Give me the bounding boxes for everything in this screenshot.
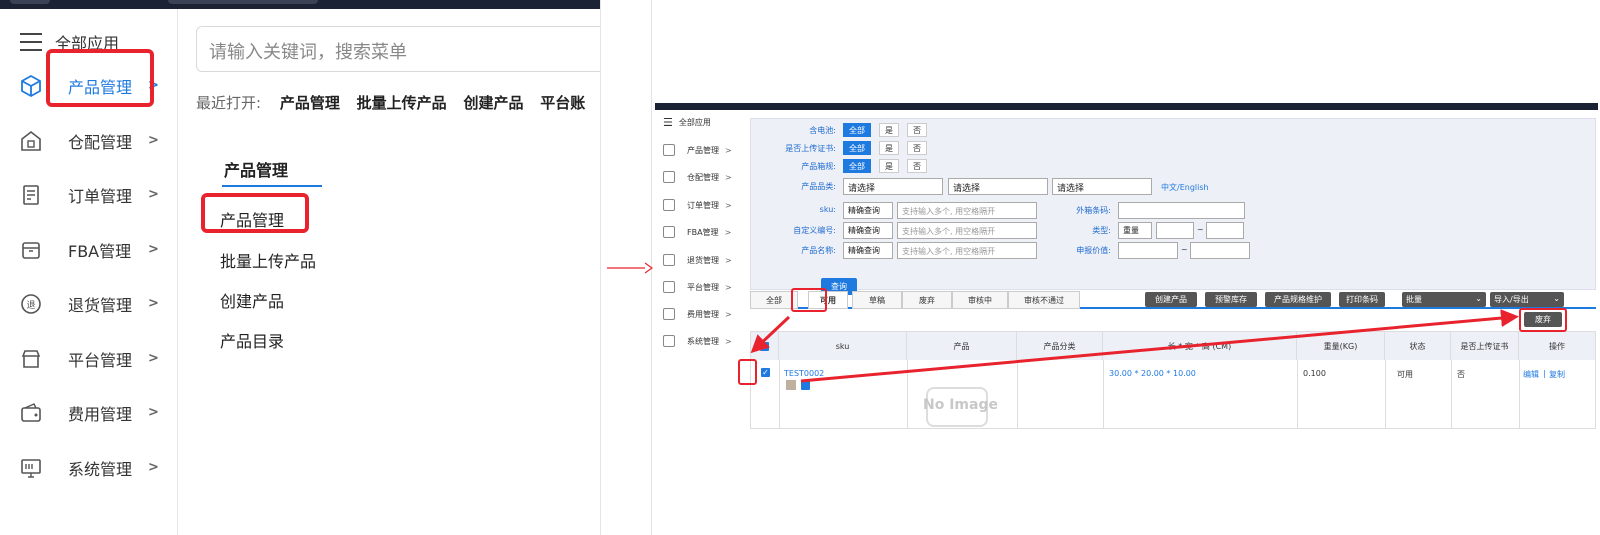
recent-opened: 最近打开: 产品管理 批量上传产品 创建产品 平台账 xyxy=(196,92,597,113)
top-bar-tab[interactable] xyxy=(10,0,50,4)
chevron-right-icon: > xyxy=(148,405,159,420)
recent-item[interactable]: 产品管理 xyxy=(280,94,340,112)
sidebar-item-label: 系统管理 xyxy=(68,460,133,479)
arrow-right-icon xyxy=(607,262,653,274)
chevron-right-icon: > xyxy=(148,133,159,148)
sidebar-item-label: 费用管理 xyxy=(68,405,133,424)
sidebar-item-label: 平台管理 xyxy=(68,351,133,370)
store-icon xyxy=(18,346,44,372)
sidebar-item-label: 订单管理 xyxy=(68,187,133,206)
left-screenshot: 全部应用 产品管理 > 仓配管理 > 订单管理 > FBA管理 > 退 退货管理 xyxy=(0,0,600,535)
sidebar-item-platform[interactable]: 平台管理 > xyxy=(18,339,178,379)
sidebar-item-system[interactable]: 系统管理 > xyxy=(18,448,178,488)
monitor-icon xyxy=(18,455,44,481)
submenu-item-create[interactable]: 创建产品 xyxy=(220,288,284,312)
submenu-item-catalog[interactable]: 产品目录 xyxy=(220,328,284,352)
sidebar-item-label: FBA管理 xyxy=(68,242,132,261)
highlight-box xyxy=(201,193,309,233)
chevron-right-icon: > xyxy=(148,351,159,366)
sidebar-item-fba[interactable]: FBA管理 > xyxy=(18,230,178,270)
hamburger-icon[interactable] xyxy=(20,32,42,52)
chevron-right-icon: > xyxy=(148,460,159,475)
highlight-box xyxy=(46,49,154,107)
recent-item[interactable]: 批量上传产品 xyxy=(357,94,447,112)
chevron-right-icon: > xyxy=(148,187,159,202)
submenu-title: 产品管理 xyxy=(224,161,289,180)
cube-icon xyxy=(18,73,44,99)
recent-label: 最近打开: xyxy=(196,94,262,112)
chevron-right-icon: > xyxy=(148,242,159,257)
top-bar xyxy=(0,0,600,9)
sidebar-item-fees[interactable]: 费用管理 > xyxy=(18,393,178,433)
chevron-right-icon: > xyxy=(148,296,159,311)
sidebar-item-label: 仓配管理 xyxy=(68,133,133,152)
return-icon: 退 xyxy=(18,291,44,317)
warehouse-icon xyxy=(18,128,44,154)
sidebar-item-orders[interactable]: 订单管理 > xyxy=(18,175,178,215)
svg-text:退: 退 xyxy=(26,300,35,311)
top-bar-tab[interactable] xyxy=(168,0,318,4)
panel-divider xyxy=(600,0,601,535)
sidebar-item-returns[interactable]: 退 退货管理 > xyxy=(18,284,178,324)
recent-item[interactable]: 平台账 xyxy=(540,94,585,112)
sidebar-item-warehouse[interactable]: 仓配管理 > xyxy=(18,121,178,161)
wallet-icon xyxy=(18,400,44,426)
menu-search-input[interactable]: 请输入关键词，搜索菜单 xyxy=(196,26,600,72)
document-icon xyxy=(18,182,44,208)
submenu-underline xyxy=(222,185,322,187)
annotation-arrows-icon xyxy=(750,309,1519,383)
recent-item[interactable]: 创建产品 xyxy=(463,94,523,112)
box-icon xyxy=(18,237,44,263)
sidebar-item-label: 退货管理 xyxy=(68,296,133,315)
submenu-item-bulk-upload[interactable]: 批量上传产品 xyxy=(220,248,316,272)
